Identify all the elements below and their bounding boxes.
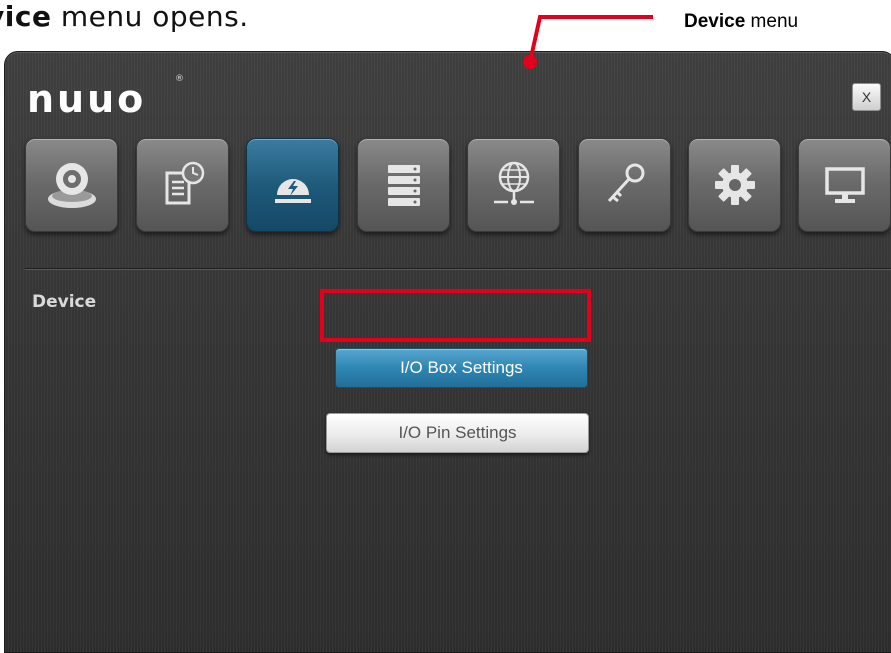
schedule-document-icon (153, 155, 213, 215)
io-pin-settings-button[interactable]: I/O Pin Settings (326, 413, 589, 453)
callout-bold: Device (684, 11, 746, 32)
tab-camera[interactable] (25, 138, 118, 232)
section-title: Device (32, 292, 97, 312)
io-box-settings-button[interactable]: I/O Box Settings (335, 348, 588, 388)
tab-settings[interactable] (688, 138, 781, 232)
tab-schedule[interactable] (136, 138, 229, 232)
tab-display[interactable] (798, 138, 891, 232)
instruction-caption: vice menu opens. (0, 0, 249, 33)
caption-bold: vice (0, 0, 52, 33)
divider (25, 268, 891, 270)
tab-device[interactable] (246, 138, 339, 232)
key-icon (595, 155, 655, 215)
caption-rest: menu opens. (51, 0, 249, 33)
app-window: nuuo ® X Device I/O Box Settings I/O Pin… (4, 51, 891, 653)
tab-storage[interactable] (357, 138, 450, 232)
nuuo-logo: nuuo (27, 77, 147, 121)
callout-label: Device menu (684, 11, 798, 33)
callout-rest: menu (745, 11, 799, 32)
tab-network[interactable] (467, 138, 560, 232)
alarm-device-icon (263, 155, 323, 215)
highlight-box (320, 289, 591, 342)
camera-icon (42, 155, 102, 215)
network-globe-icon (484, 155, 544, 215)
gear-icon (705, 155, 765, 215)
storage-server-icon (374, 155, 434, 215)
tab-security[interactable] (578, 138, 671, 232)
monitor-icon (815, 155, 875, 215)
registered-mark: ® (175, 74, 184, 84)
close-button[interactable]: X (852, 83, 881, 111)
